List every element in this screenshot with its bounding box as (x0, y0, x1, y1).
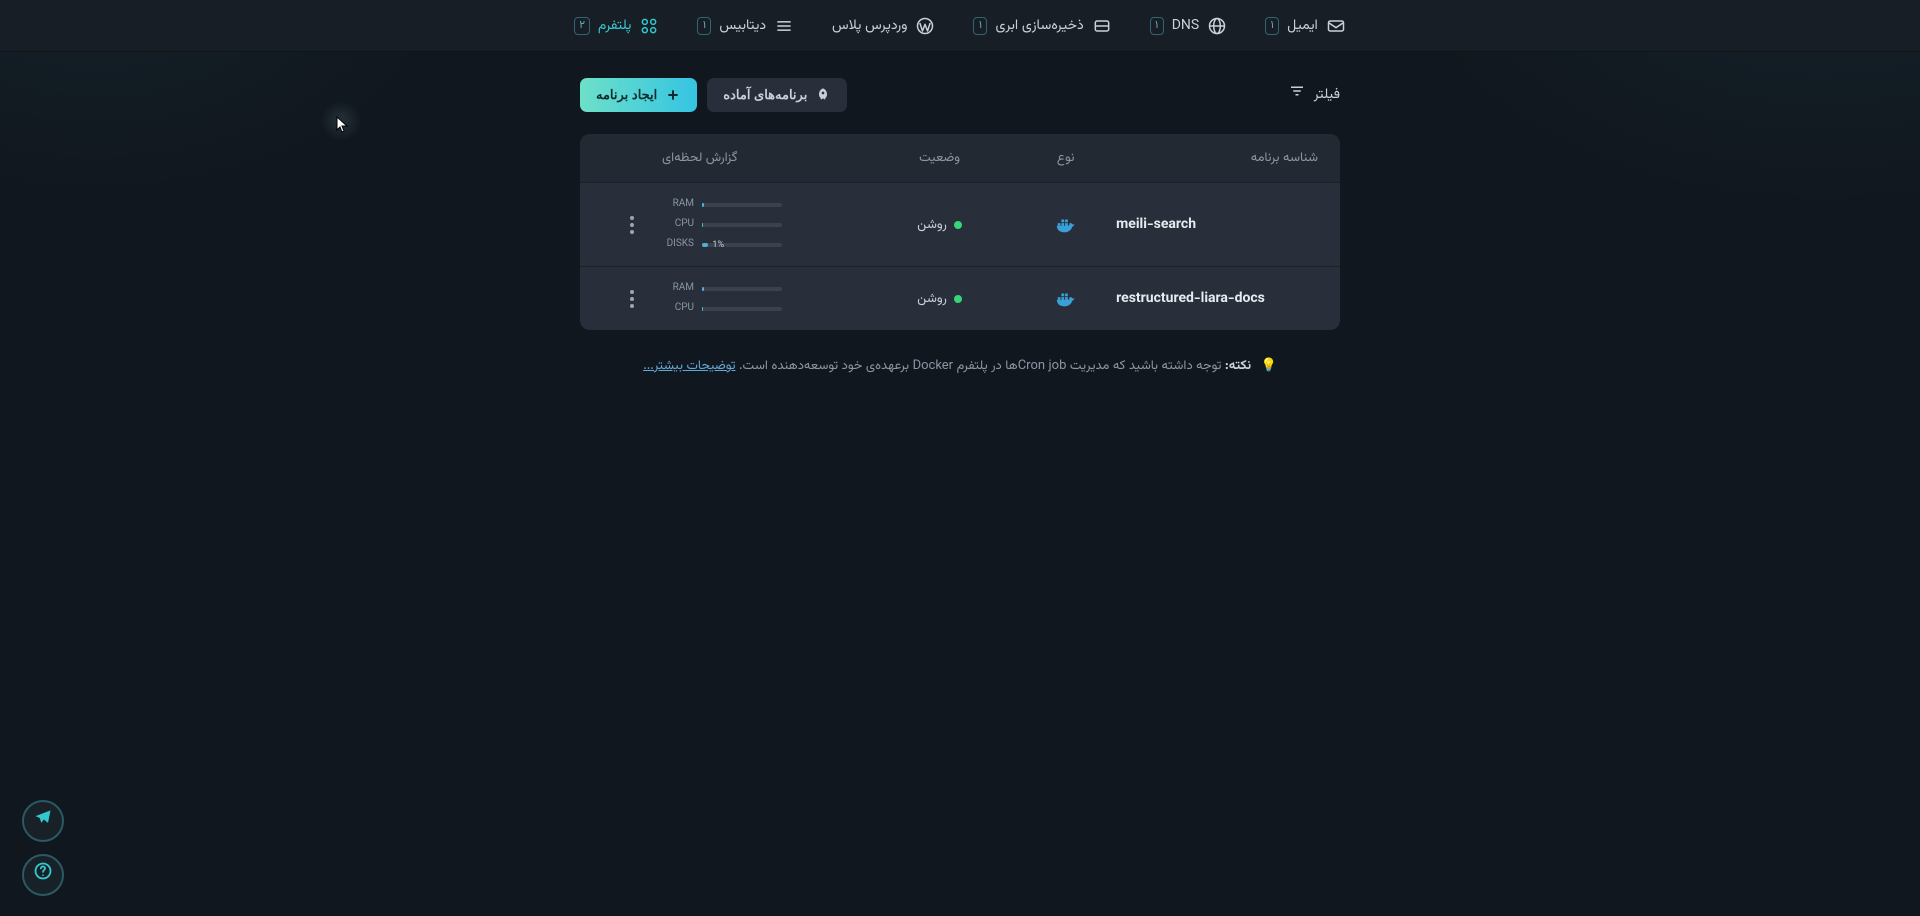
table-row[interactable]: meili-search روشن RAM CPU DISKS 1% (580, 182, 1340, 266)
question-icon (33, 861, 53, 890)
metric-disks: DISKS 1% (662, 237, 782, 252)
nav-badge: ۱ (1265, 17, 1279, 35)
platform-icon (639, 16, 659, 36)
nav-label: DNS (1172, 15, 1200, 37)
apps-page: فیلتر برنامه‌های آماده ایجاد برنامه (580, 52, 1340, 429)
action-bar: فیلتر برنامه‌های آماده ایجاد برنامه (580, 78, 1340, 112)
table-row[interactable]: restructured-liara-docs روشن RAM CPU (580, 266, 1340, 330)
apps-table: شناسه برنامه نوع وضعیت گزارش لحظه‌ای mei… (580, 134, 1340, 330)
col-report: گزارش لحظه‌ای (662, 148, 864, 168)
nav-badge: ۱ (973, 17, 987, 35)
dns-icon (1207, 16, 1227, 36)
filter-button[interactable]: فیلتر (1288, 82, 1340, 108)
nav-item-mail[interactable]: ایمیل ۱ (1263, 9, 1348, 43)
docker-icon (1055, 288, 1077, 310)
app-status: روشن (864, 215, 1015, 235)
mail-icon (1326, 16, 1346, 36)
metric-ram: RAM (662, 197, 782, 212)
col-app-id: شناسه برنامه (1116, 148, 1318, 168)
nav-item-storage[interactable]: ذخیره‌سازی ابری ۱ (971, 9, 1113, 43)
metric-label: CPU (662, 301, 694, 316)
app-status: روشن (864, 289, 1015, 309)
nav-item-wordpress[interactable]: وردپرس پلاس (830, 9, 937, 43)
metric-label: RAM (662, 281, 694, 296)
nav-label: دیتابیس (719, 15, 766, 37)
filter-label: فیلتر (1314, 84, 1340, 106)
metric-bar (702, 307, 782, 311)
note-more-link[interactable]: توضیحات بیشتر... (643, 356, 735, 376)
cron-note: 💡 نکته: توجه داشته باشید که مدیریت Cron … (580, 356, 1340, 376)
row-actions (602, 284, 662, 314)
telegram-button[interactable] (22, 800, 64, 842)
metric-bar (702, 203, 782, 207)
app-type (1015, 214, 1116, 236)
status-dot-icon (954, 221, 962, 229)
nav-badge: ۲ (574, 17, 590, 35)
database-icon (774, 16, 794, 36)
metric-value: 1% (712, 238, 724, 252)
storage-icon (1092, 16, 1112, 36)
help-button[interactable] (22, 854, 64, 896)
metric-bar (702, 223, 782, 227)
app-type (1015, 288, 1116, 310)
col-status: وضعیت (864, 148, 1015, 168)
create-app-button[interactable]: ایجاد برنامه (580, 78, 697, 112)
status-dot-icon (954, 295, 962, 303)
metric-bar (702, 287, 782, 291)
docker-icon (1055, 214, 1077, 236)
plus-icon (665, 87, 681, 103)
one-click-apps-button[interactable]: برنامه‌های آماده (707, 78, 847, 112)
nav-badge: ۱ (1150, 17, 1164, 35)
metric-label: CPU (662, 217, 694, 232)
note-label: نکته: (1225, 356, 1251, 376)
metric-cpu: CPU (662, 301, 782, 316)
floating-actions (22, 800, 64, 896)
metric-label: DISKS (662, 237, 694, 252)
app-metrics: RAM CPU (662, 281, 864, 316)
app-id: meili-search (1116, 214, 1318, 236)
one-click-apps-label: برنامه‌های آماده (723, 87, 807, 103)
rocket-icon (815, 87, 831, 103)
metric-ram: RAM (662, 281, 782, 296)
metric-bar: 1% (702, 243, 782, 247)
app-id: restructured-liara-docs (1116, 288, 1318, 310)
app-metrics: RAM CPU DISKS 1% (662, 197, 864, 252)
status-label: روشن (917, 289, 947, 309)
nav-label: پلتفرم (598, 15, 631, 37)
nav-label: ذخیره‌سازی ابری (995, 15, 1083, 37)
filter-icon (1288, 82, 1306, 108)
create-app-label: ایجاد برنامه (596, 87, 657, 103)
cursor-icon (335, 116, 349, 143)
nav-label: وردپرس پلاس (832, 15, 907, 37)
metric-cpu: CPU (662, 217, 782, 232)
nav-badge: ۱ (697, 17, 711, 35)
top-nav: پلتفرم ۲ دیتابیس ۱ وردپرس پلاس ذخیره‌سازی ابر… (0, 0, 1920, 52)
wordpress-icon (915, 16, 935, 36)
lightbulb-icon: 💡 (1261, 356, 1277, 376)
nav-item-dns[interactable]: DNS ۱ (1148, 9, 1230, 43)
metric-label: RAM (662, 197, 694, 212)
nav-item-database[interactable]: دیتابیس ۱ (695, 9, 796, 43)
row-actions (602, 210, 662, 240)
nav-label: ایمیل (1287, 15, 1318, 37)
nav-item-platform[interactable]: پلتفرم ۲ (572, 9, 661, 43)
more-button[interactable] (624, 284, 640, 314)
status-label: روشن (917, 215, 947, 235)
telegram-icon (33, 807, 53, 836)
note-text: توجه داشته باشید که مدیریت Cron jobها در… (739, 356, 1221, 376)
table-header: شناسه برنامه نوع وضعیت گزارش لحظه‌ای (580, 134, 1340, 182)
col-type: نوع (1015, 148, 1116, 168)
more-button[interactable] (624, 210, 640, 240)
cursor-highlight (320, 100, 362, 142)
